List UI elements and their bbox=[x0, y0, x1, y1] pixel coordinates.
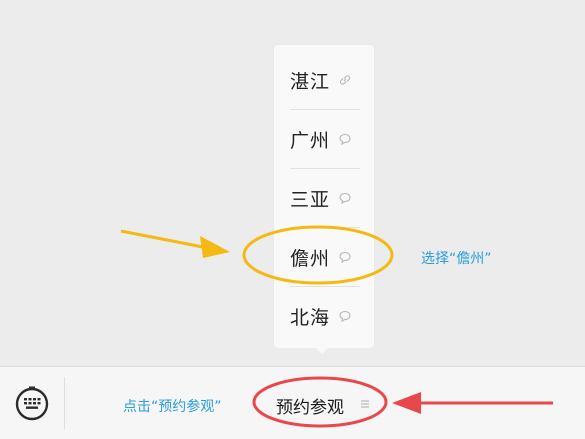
menu-item-zhanjiang[interactable]: 湛江 bbox=[274, 51, 374, 109]
menu-item-label: 广州 bbox=[290, 129, 331, 152]
chat-bubble-icon bbox=[339, 133, 351, 146]
chat-bubble-icon bbox=[339, 251, 351, 264]
arrow-yellow-shaft bbox=[120, 229, 209, 250]
chat-bubble-icon bbox=[339, 192, 351, 205]
menu-item-beihai[interactable]: 北海 bbox=[274, 287, 374, 345]
menu-item-guangzhou[interactable]: 广州 bbox=[274, 110, 374, 168]
click-instruction-note: 点击“预约参观” bbox=[123, 399, 222, 415]
bottom-menu-bar: 点击“预约参观” 预约参观 bbox=[0, 366, 585, 439]
keyboard-icon[interactable] bbox=[14, 385, 50, 421]
select-instruction-note: 选择“儋州” bbox=[421, 251, 492, 267]
menu-button-visit[interactable]: 预约参观 bbox=[256, 383, 388, 423]
chat-bubble-icon bbox=[339, 310, 351, 323]
menu-item-danzhou[interactable]: 儋州 bbox=[274, 228, 374, 286]
bar-divider bbox=[64, 377, 65, 429]
menu-item-label: 三亚 bbox=[290, 188, 331, 211]
arrow-yellow-head bbox=[200, 236, 230, 258]
submenu-popup: 湛江 广州 三亚 儋州 北海 bbox=[274, 45, 374, 354]
menu-item-label: 湛江 bbox=[290, 70, 331, 93]
menu-item-label: 北海 bbox=[290, 306, 331, 329]
menu-item-label: 儋州 bbox=[290, 247, 331, 270]
list-icon bbox=[361, 400, 369, 408]
link-icon bbox=[339, 75, 351, 85]
menu-button-label: 预约参观 bbox=[276, 398, 344, 418]
menu-item-sanya[interactable]: 三亚 bbox=[274, 169, 374, 227]
